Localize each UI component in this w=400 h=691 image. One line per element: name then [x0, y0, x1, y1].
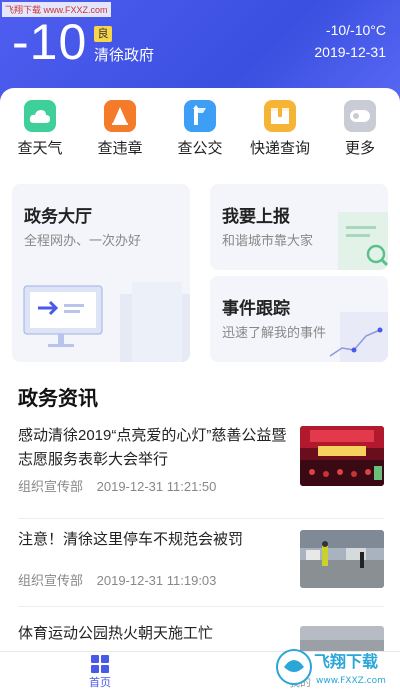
- quick-more-label: 更多: [344, 140, 375, 157]
- quick-violation-label: 查违章: [97, 140, 143, 157]
- quick-express-label: 快递查询: [249, 140, 310, 157]
- package-icon: [264, 100, 296, 132]
- news-source: 组织宣传部: [18, 479, 84, 494]
- news-time: 2019-12-31 11:19:03: [96, 573, 217, 588]
- news-title: 体育运动公园热火朝天施工忙: [18, 625, 214, 642]
- quick-express[interactable]: 快递查询: [242, 100, 318, 158]
- district-name[interactable]: 清徐政府: [94, 44, 154, 65]
- more-icon: [344, 100, 376, 132]
- svg-text:飞翔下载: 飞翔下载: [314, 652, 378, 671]
- home-grid-icon: [91, 655, 109, 673]
- card-report[interactable]: 我要上报 和谐城市靠大家: [210, 184, 388, 270]
- news-item[interactable]: 感动清徐2019“点亮爱的心灯”慈善公益暨志愿服务表彰大会举行 组织宣传部 20…: [18, 424, 384, 524]
- news-meta: 组织宣传部 2019-12-31 11:19:03: [18, 570, 226, 589]
- weather-date: 2019-12-31: [314, 44, 386, 60]
- quick-bus[interactable]: 查公交: [162, 100, 238, 158]
- aqi-badge: 良: [94, 26, 112, 42]
- divider: [18, 606, 384, 607]
- card-track[interactable]: 事件跟踪 迅速了解我的事件: [210, 276, 388, 362]
- news-time: 2019-12-31 11:21:50: [96, 479, 217, 494]
- card-track-subtitle: 迅速了解我的事件: [222, 325, 327, 340]
- card-service-hall-subtitle: 全程网办、一次办好: [24, 233, 142, 248]
- quick-weather-label: 查天气: [17, 140, 63, 157]
- quick-bus-label: 查公交: [177, 140, 223, 157]
- tab-home[interactable]: 首页: [60, 654, 140, 690]
- news-source: 组织宣传部: [18, 573, 84, 588]
- news-title: 注意！清徐这里停车不规范会被罚: [18, 531, 244, 548]
- quick-actions: 查天气 查违章 查公交 快递查询 更多: [0, 88, 400, 168]
- watermark-logo: 飞翔下载 www.FXXZ.com: [276, 649, 386, 686]
- tab-home-label: 首页: [89, 677, 111, 689]
- quick-violation[interactable]: 查违章: [82, 100, 158, 158]
- news-meta: 组织宣传部 2019-12-31 11:21:50: [18, 476, 226, 495]
- news-thumbnail: [300, 426, 384, 486]
- svg-text:www.FXXZ.com: www.FXXZ.com: [316, 676, 386, 686]
- news-thumbnail: [300, 530, 384, 588]
- card-service-hall-title: 政务大厅: [24, 207, 92, 226]
- card-report-title: 我要上报: [222, 207, 290, 226]
- temperature-range: -10/-10°C: [325, 22, 386, 38]
- news-item[interactable]: 注意！清徐这里停车不规范会被罚 组织宣传部 2019-12-31 11:19:0…: [18, 528, 384, 608]
- temperature: -10: [12, 14, 88, 70]
- card-service-hall[interactable]: 政务大厅 全程网办、一次办好: [12, 184, 190, 362]
- card-report-subtitle: 和谐城市靠大家: [222, 233, 314, 248]
- divider: [18, 518, 384, 519]
- traffic-cone-icon: [104, 100, 136, 132]
- bus-stop-icon: [184, 100, 216, 132]
- cloud-icon: [24, 100, 56, 132]
- section-title-news: 政务资讯: [18, 388, 98, 410]
- news-title: 感动清徐2019“点亮爱的心灯”慈善公益暨志愿服务表彰大会举行: [18, 427, 287, 468]
- card-track-title: 事件跟踪: [222, 299, 290, 318]
- report-illustration: [338, 212, 388, 270]
- main-panel: 查天气 查违章 查公交 快递查询 更多 政务大厅 全程网办、一次办好 我要上报 …: [0, 88, 400, 691]
- track-illustration: [329, 312, 388, 362]
- quick-weather[interactable]: 查天气: [2, 100, 78, 158]
- quick-more[interactable]: 更多: [322, 100, 398, 158]
- computer-illustration: [23, 282, 190, 362]
